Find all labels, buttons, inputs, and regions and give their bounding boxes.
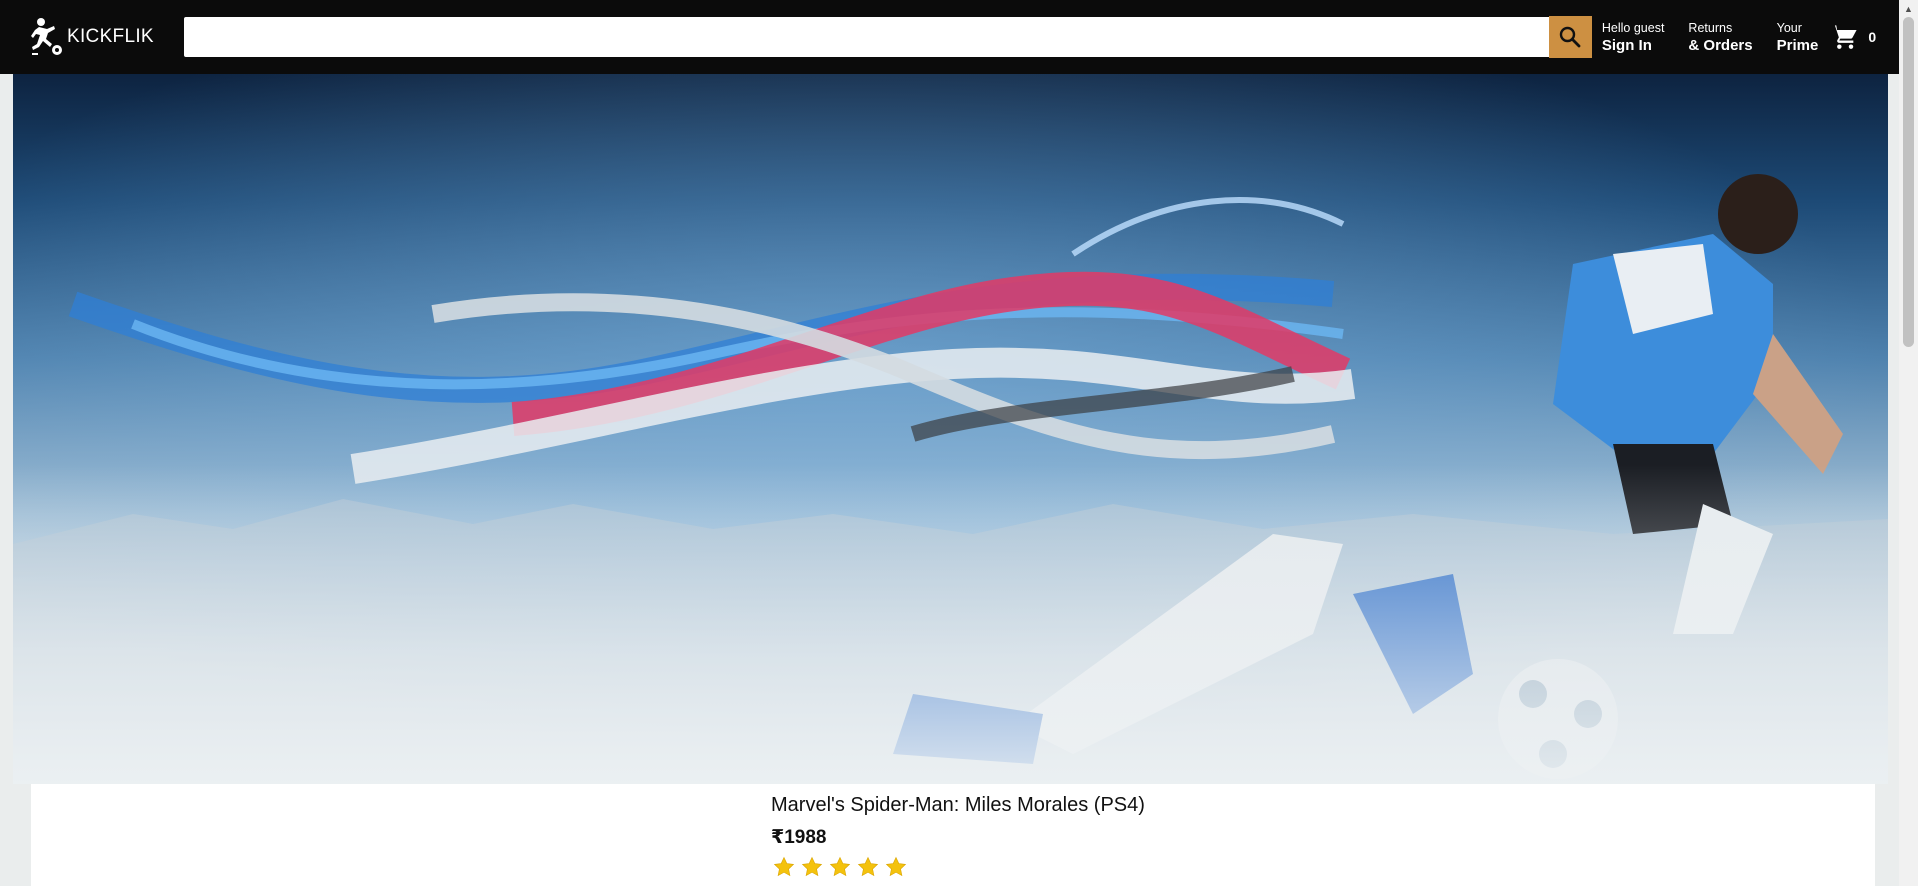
nav-prime-line1: Your xyxy=(1776,20,1802,35)
scrollbar[interactable]: ▲ xyxy=(1899,0,1918,886)
product-row: Marvel's Spider-Man: Miles Morales (PS4)… xyxy=(31,784,1875,886)
star-icon xyxy=(801,856,823,877)
star-icon xyxy=(857,856,879,877)
logo-player-icon xyxy=(31,18,62,55)
scroll-thumb[interactable] xyxy=(1903,17,1914,347)
product-rating xyxy=(771,855,1145,879)
star-icon xyxy=(773,856,795,877)
logo[interactable]: KICKFLIK xyxy=(30,17,154,57)
product-title: Marvel's Spider-Man: Miles Morales (PS4) xyxy=(771,794,1145,816)
nav-returns-orders[interactable]: Returns & Orders xyxy=(1688,20,1752,55)
cart-icon xyxy=(1831,25,1857,49)
nav-sign-in[interactable]: Hello guest Sign In xyxy=(1602,20,1665,55)
search-bar xyxy=(183,16,1592,58)
nav-sign-in-line1: Hello guest xyxy=(1601,20,1665,35)
nav-returns-line2: & Orders xyxy=(1688,36,1753,54)
search-button[interactable] xyxy=(1548,16,1592,58)
hero-image xyxy=(13,74,1888,784)
nav-prime-line2: Prime xyxy=(1776,36,1819,54)
basket-count: 0 xyxy=(1868,29,1877,45)
product-card: Marvel's Spider-Man: Miles Morales (PS4)… xyxy=(771,794,1145,879)
nav-returns-line1: Returns xyxy=(1688,20,1733,35)
price-currency: ₹ xyxy=(771,827,785,848)
product-price: ₹1988 xyxy=(771,826,1145,849)
basket[interactable]: 0 xyxy=(1830,23,1886,51)
search-input[interactable] xyxy=(183,17,1549,57)
hero-banner xyxy=(13,74,1888,784)
search-icon xyxy=(1560,26,1581,48)
logo-text: KICKFLIK xyxy=(67,26,154,47)
star-icon xyxy=(885,856,907,877)
nav-prime[interactable]: Your Prime xyxy=(1777,20,1819,55)
nav-sign-in-line2: Sign In xyxy=(1601,36,1652,54)
header: KICKFLIK Hello guest Sign In Returns & O… xyxy=(0,0,1899,74)
price-value: 1988 xyxy=(784,827,827,848)
star-icon xyxy=(829,856,851,877)
scroll-up-arrow[interactable]: ▲ xyxy=(1899,0,1918,17)
